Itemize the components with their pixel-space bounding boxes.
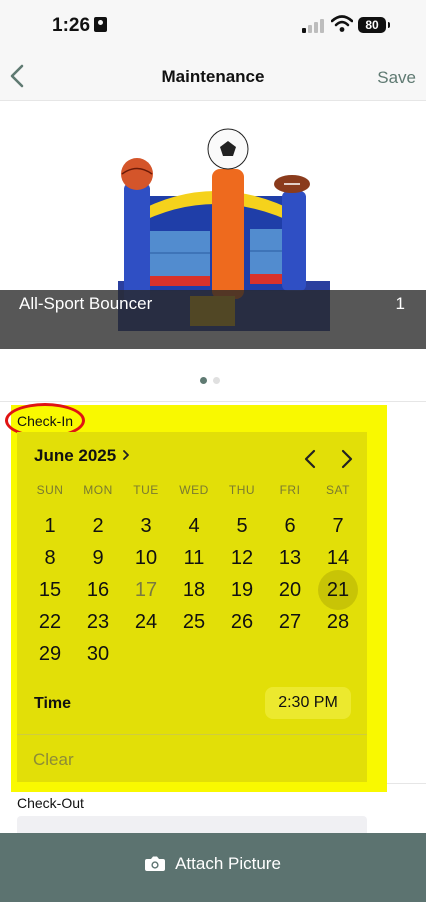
weekday-label: MON	[83, 483, 113, 497]
calendar-day[interactable]: 2	[74, 510, 122, 542]
product-image[interactable]: All-Sport Bouncer 1	[0, 101, 426, 349]
calendar-day[interactable]: 26	[218, 606, 266, 638]
calendar-day[interactable]: 13	[266, 542, 314, 574]
calendar-day[interactable]: 27	[266, 606, 314, 638]
time-label: Time	[34, 695, 72, 712]
status-time-text: 1:26	[52, 15, 91, 36]
weekday-header: SUN MON TUE WED THU FRI SAT	[26, 483, 362, 497]
battery-level: 80	[365, 18, 379, 32]
page-dot-active[interactable]	[200, 377, 207, 384]
month-label[interactable]: June 2025	[34, 446, 116, 466]
calendar-day[interactable]: 16	[74, 574, 122, 606]
weekday-label: SAT	[326, 483, 350, 497]
calendar-day[interactable]: 6	[266, 510, 314, 542]
page-title: Maintenance	[161, 67, 265, 86]
battery-icon: 80	[358, 17, 390, 33]
attach-picture-row: Attach Picture	[0, 854, 426, 874]
calendar-day[interactable]: 3	[122, 510, 170, 542]
weekday-label: WED	[179, 483, 209, 497]
sim-card-icon	[94, 17, 108, 32]
calendar-day[interactable]: 11	[170, 542, 218, 574]
calendar-day[interactable]: 30	[74, 638, 122, 670]
wifi-icon	[331, 15, 353, 32]
calendar-day[interactable]: 29	[26, 638, 74, 670]
weekday-label: SUN	[36, 483, 64, 497]
calendar-day[interactable]: 24	[122, 606, 170, 638]
calendar-day[interactable]: 12	[218, 542, 266, 574]
time-picker-button[interactable]: 2:30 PM	[265, 687, 351, 719]
status-time: 1:26	[52, 15, 108, 37]
calendar-day[interactable]: 18	[170, 574, 218, 606]
weekday-label: FRI	[279, 483, 301, 497]
calendar-day[interactable]: 25	[170, 606, 218, 638]
divider	[0, 401, 426, 402]
previous-month-icon[interactable]	[303, 448, 317, 470]
page-dot[interactable]	[213, 377, 220, 384]
calendar-day[interactable]: 28	[314, 606, 362, 638]
calendar-day[interactable]: 22	[26, 606, 74, 638]
clear-button[interactable]: Clear	[33, 750, 74, 770]
weekday-label: THU	[228, 483, 256, 497]
checkout-label: Check-Out	[17, 795, 84, 811]
attach-picture-button[interactable]: Attach Picture	[0, 833, 426, 902]
camera-icon	[145, 856, 166, 871]
item-count: 1	[395, 294, 405, 313]
time-row: Time 2:30 PM	[17, 687, 367, 731]
calendar-day[interactable]: 4	[170, 510, 218, 542]
image-caption: All-Sport Bouncer 1	[0, 290, 426, 349]
calendar-day[interactable]: 21	[314, 574, 362, 606]
chevron-right-icon[interactable]	[121, 448, 131, 462]
calendar-day[interactable]: 1	[26, 510, 74, 542]
calendar-day[interactable]: 20	[266, 574, 314, 606]
status-bar: 1:26 80	[0, 0, 426, 52]
calendar-day[interactable]: 10	[122, 542, 170, 574]
cellular-signal-icon	[302, 17, 324, 33]
item-name: All-Sport Bouncer	[19, 294, 153, 313]
calendar-day[interactable]: 9	[74, 542, 122, 574]
calendar-day[interactable]: 15	[26, 574, 74, 606]
page-indicator[interactable]	[200, 371, 226, 389]
calendar-day[interactable]: 19	[218, 574, 266, 606]
save-button[interactable]: Save	[377, 68, 416, 88]
nav-bar: Maintenance Save	[0, 52, 426, 101]
calendar-day[interactable]: 23	[74, 606, 122, 638]
calendar-day[interactable]: 17	[122, 574, 170, 606]
divider	[17, 734, 367, 735]
calendar-day[interactable]: 8	[26, 542, 74, 574]
divider	[387, 783, 426, 784]
attach-picture-label: Attach Picture	[175, 854, 281, 873]
weekday-label: TUE	[133, 483, 159, 497]
calendar-day[interactable]: 5	[218, 510, 266, 542]
next-month-icon[interactable]	[340, 448, 354, 470]
calendar-day[interactable]: 7	[314, 510, 362, 542]
checkin-calendar: June 2025 SUN MON TUE WED THU FRI SAT 12345678…	[17, 432, 367, 782]
